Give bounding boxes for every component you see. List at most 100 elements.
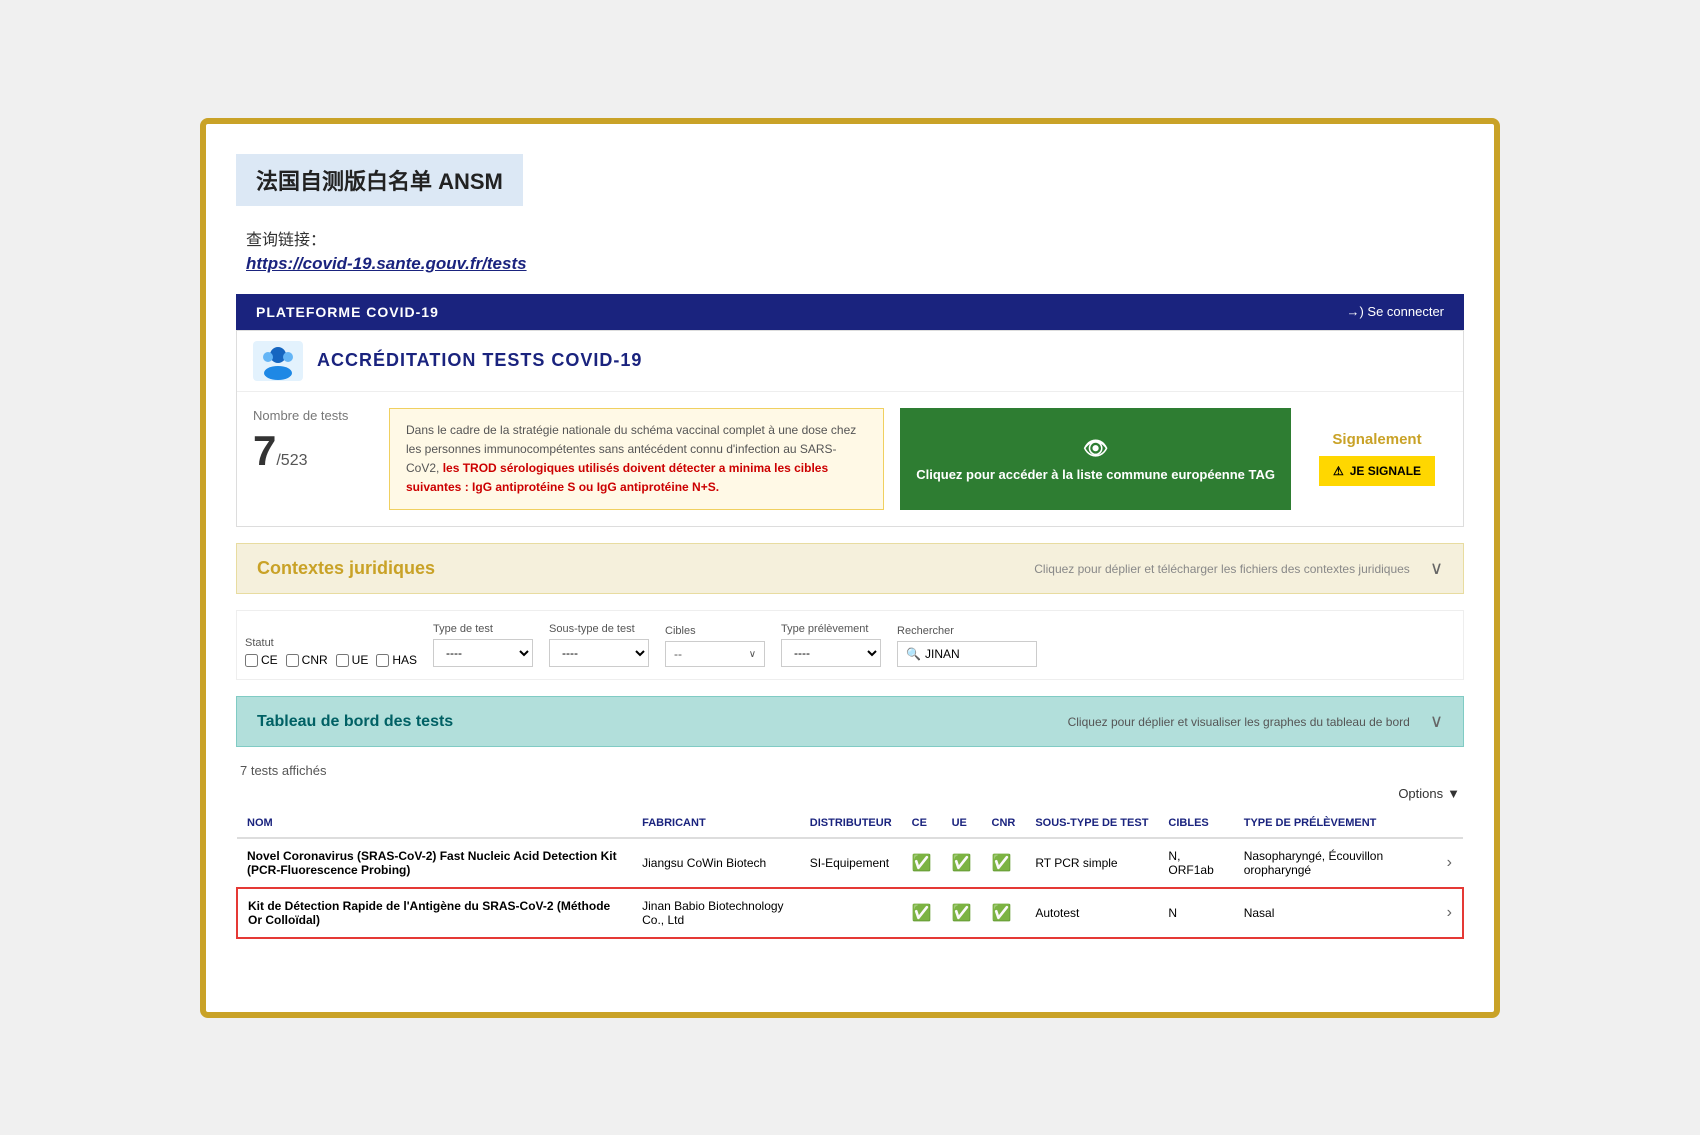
rechercher-input[interactable] bbox=[925, 647, 1025, 661]
col-cnr: CNR bbox=[982, 809, 1026, 838]
cibles-value: -- bbox=[674, 647, 749, 661]
type-prel-select[interactable]: ---- bbox=[781, 639, 881, 667]
eu-tag-button-label: Cliquez pour accéder à la liste commune … bbox=[916, 467, 1275, 482]
signalement-title: Signalement bbox=[1332, 431, 1421, 448]
tableau-chevron-icon: ∨ bbox=[1430, 711, 1443, 732]
ue-check-icon: ✅ bbox=[952, 855, 972, 872]
statut-ue-checkbox[interactable] bbox=[336, 654, 349, 667]
statut-ue-label[interactable]: UE bbox=[336, 653, 369, 667]
filter-rechercher: Rechercher 🔍 bbox=[897, 625, 1037, 667]
type-prel-label: Type prélèvement bbox=[781, 623, 881, 635]
cell-fabricant: Jiangsu CoWin Biotech bbox=[632, 838, 800, 888]
rechercher-input-wrapper[interactable]: 🔍 bbox=[897, 641, 1037, 667]
cell-cnr: ✅ bbox=[982, 888, 1026, 938]
tests-affiches-label: 7 tests affichés bbox=[236, 763, 1464, 778]
signalement-box: Signalement ⚠ JE SIGNALE bbox=[1307, 408, 1447, 511]
col-ue: UE bbox=[942, 809, 982, 838]
eu-tag-button[interactable]: 👁 Cliquez pour accéder à la liste commun… bbox=[900, 408, 1291, 511]
contextes-title: Contextes juridiques bbox=[257, 558, 435, 579]
contextes-bar[interactable]: Contextes juridiques Cliquez pour déplie… bbox=[236, 543, 1464, 594]
cell-nom: Kit de Détection Rapide de l'Antigène du… bbox=[237, 888, 632, 938]
col-fabricant: FABRICANT bbox=[632, 809, 800, 838]
cibles-input-wrapper[interactable]: -- ∨ bbox=[665, 641, 765, 667]
page-title: 法国自测版白名单 ANSM bbox=[256, 169, 503, 194]
tests-count-box: Nombre de tests 7/523 bbox=[253, 408, 373, 511]
query-label: 查询链接： bbox=[246, 226, 1464, 250]
options-button[interactable]: Options ▼ bbox=[1398, 786, 1460, 801]
tests-count-label: Nombre de tests bbox=[253, 408, 373, 423]
page-title-box: 法国自测版白名单 ANSM bbox=[236, 154, 523, 206]
platform-logo-icon bbox=[253, 341, 303, 381]
tableau-hint: Cliquez pour déplier et visualiser les g… bbox=[1068, 715, 1410, 729]
info-box: Dans le cadre de la stratégie nationale … bbox=[389, 408, 884, 511]
info-text-bold: les TROD sérologiques utilisés doivent d… bbox=[406, 461, 828, 494]
statut-checkboxes: CE CNR UE HAS bbox=[245, 653, 417, 667]
signalement-button[interactable]: ⚠ JE SIGNALE bbox=[1319, 456, 1435, 486]
col-ce: CE bbox=[902, 809, 942, 838]
cell-distributeur bbox=[800, 888, 902, 938]
options-row: Options ▼ bbox=[236, 786, 1464, 801]
tableau-bar[interactable]: Tableau de bord des tests Cliquez pour d… bbox=[236, 696, 1464, 747]
filter-sous-type: Sous-type de test ---- bbox=[549, 623, 649, 667]
row-detail-arrow-icon[interactable]: › bbox=[1447, 904, 1452, 921]
query-link[interactable]: https://covid-19.sante.gouv.fr/tests bbox=[246, 254, 527, 273]
table-header: NOM FABRICANT DISTRIBUTEUR CE UE CNR SOU… bbox=[237, 809, 1463, 838]
cell-action[interactable]: › bbox=[1437, 838, 1463, 888]
table-row[interactable]: Novel Coronavirus (SRAS-CoV-2) Fast Nucl… bbox=[237, 838, 1463, 888]
row-detail-arrow-icon[interactable]: › bbox=[1447, 854, 1452, 871]
platform-name: PLATEFORME COVID-19 bbox=[256, 304, 439, 320]
statut-ce-checkbox[interactable] bbox=[245, 654, 258, 667]
ue-check-icon: ✅ bbox=[952, 905, 972, 922]
sous-type-label: Sous-type de test bbox=[549, 623, 649, 635]
cnr-check-icon: ✅ bbox=[992, 905, 1012, 922]
table-header-row: NOM FABRICANT DISTRIBUTEUR CE UE CNR SOU… bbox=[237, 809, 1463, 838]
contextes-hint: Cliquez pour déplier et télécharger les … bbox=[1034, 562, 1410, 576]
tests-count-total: /523 bbox=[276, 452, 307, 469]
cell-fabricant: Jinan Babio Biotechnology Co., Ltd bbox=[632, 888, 800, 938]
statut-ue-text: UE bbox=[352, 653, 369, 667]
table-body: Novel Coronavirus (SRAS-CoV-2) Fast Nucl… bbox=[237, 838, 1463, 938]
col-cibles: CIBLES bbox=[1158, 809, 1233, 838]
login-link[interactable]: →) Se connecter bbox=[1346, 304, 1444, 319]
cell-sous-type: RT PCR simple bbox=[1025, 838, 1158, 888]
cell-ue: ✅ bbox=[942, 888, 982, 938]
cell-action[interactable]: › bbox=[1437, 888, 1463, 938]
ce-check-icon: ✅ bbox=[912, 855, 932, 872]
cibles-label: Cibles bbox=[665, 625, 765, 637]
cell-ue: ✅ bbox=[942, 838, 982, 888]
cell-type-prel: Nasal bbox=[1234, 888, 1437, 938]
statut-ce-label[interactable]: CE bbox=[245, 653, 278, 667]
statut-label: Statut bbox=[245, 637, 417, 649]
type-test-select[interactable]: ---- bbox=[433, 639, 533, 667]
statut-has-label[interactable]: HAS bbox=[376, 653, 417, 667]
rechercher-label: Rechercher bbox=[897, 625, 1037, 637]
cell-cibles: N bbox=[1158, 888, 1233, 938]
outer-container: 法国自测版白名单 ANSM 查询链接： https://covid-19.san… bbox=[200, 118, 1500, 1018]
results-table: NOM FABRICANT DISTRIBUTEUR CE UE CNR SOU… bbox=[236, 809, 1464, 939]
statut-cnr-text: CNR bbox=[302, 653, 328, 667]
tableau-title: Tableau de bord des tests bbox=[257, 713, 453, 731]
cell-type-prel: Nasopharyngé, Écouvillon oropharyngé bbox=[1234, 838, 1437, 888]
statut-has-text: HAS bbox=[392, 653, 417, 667]
cell-ce: ✅ bbox=[902, 888, 942, 938]
filter-type-test: Type de test ---- bbox=[433, 623, 533, 667]
col-distributeur: DISTRIBUTEUR bbox=[800, 809, 902, 838]
cell-nom: Novel Coronavirus (SRAS-CoV-2) Fast Nucl… bbox=[237, 838, 632, 888]
statut-cnr-checkbox[interactable] bbox=[286, 654, 299, 667]
filter-cibles: Cibles -- ∨ bbox=[665, 625, 765, 667]
statut-cnr-label[interactable]: CNR bbox=[286, 653, 328, 667]
ce-check-icon: ✅ bbox=[912, 905, 932, 922]
stats-row: Nombre de tests 7/523 Dans le cadre de l… bbox=[237, 392, 1463, 527]
cell-cibles: N, ORF1ab bbox=[1158, 838, 1233, 888]
type-test-label: Type de test bbox=[433, 623, 533, 635]
warning-icon: ⚠ bbox=[1333, 464, 1344, 478]
platform-subtitle: Accréditation Tests Covid-19 bbox=[317, 350, 642, 371]
cibles-dropdown-icon: ∨ bbox=[749, 649, 756, 660]
statut-has-checkbox[interactable] bbox=[376, 654, 389, 667]
tests-count-number: 7 bbox=[253, 427, 276, 474]
contextes-chevron-icon: ∨ bbox=[1430, 558, 1443, 579]
eye-icon: 👁 bbox=[1083, 436, 1108, 461]
sous-type-select[interactable]: ---- bbox=[549, 639, 649, 667]
table-row[interactable]: Kit de Détection Rapide de l'Antigène du… bbox=[237, 888, 1463, 938]
query-section: 查询链接： https://covid-19.sante.gouv.fr/tes… bbox=[236, 226, 1464, 274]
